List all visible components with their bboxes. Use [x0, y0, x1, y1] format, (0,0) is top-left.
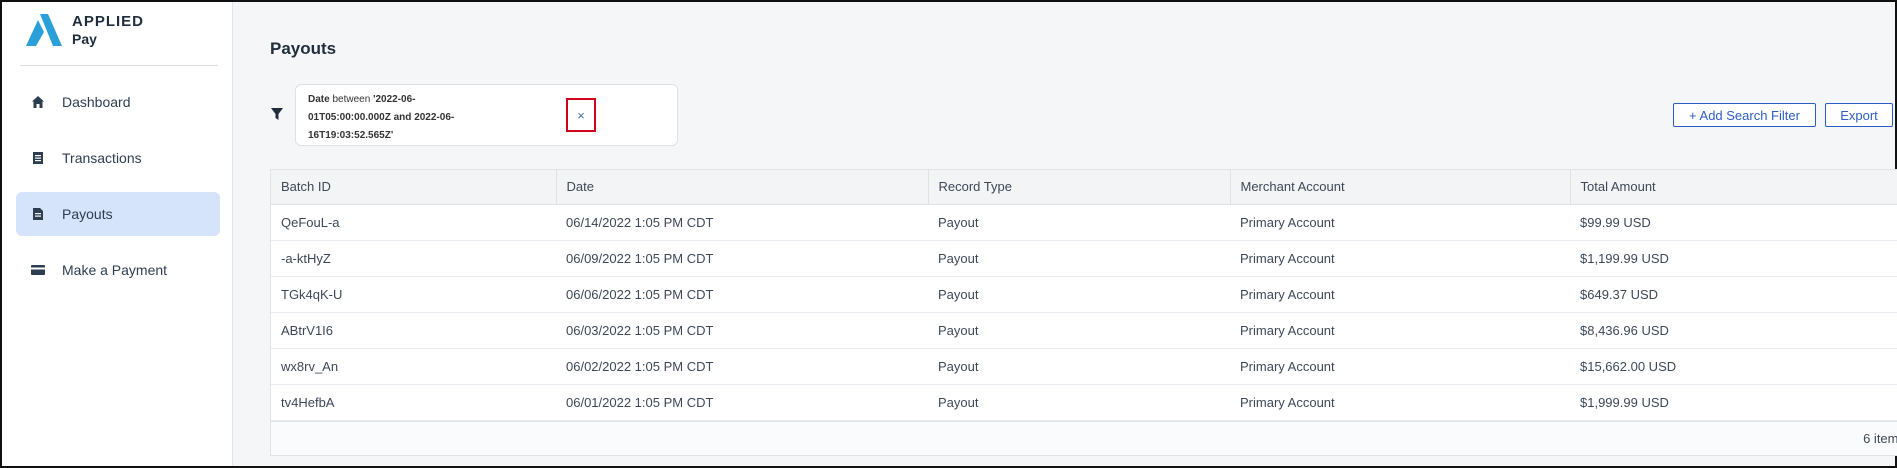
cell-date: 06/03/2022 1:05 PM CDT [556, 312, 928, 349]
filter-description: Date between '2022-06-01T05:00:00.000Z a… [308, 91, 488, 145]
cell-batch-id: wx8rv_An [271, 348, 556, 385]
table-row[interactable]: wx8rv_An 06/02/2022 1:05 PM CDT Payout P… [271, 348, 1897, 385]
column-header-batch-id[interactable]: Batch ID [271, 170, 557, 205]
app-window: APPLIED Pay Dashboard Transactions Payou… [0, 0, 1897, 468]
credit-card-icon [30, 262, 46, 278]
cell-date: 06/01/2022 1:05 PM CDT [556, 384, 928, 421]
search-filter-chip: Date between '2022-06-01T05:00:00.000Z a… [295, 84, 678, 146]
sidebar-item-label: Make a Payment [62, 262, 168, 278]
brand-name: APPLIED [72, 13, 145, 30]
column-header-total-amount[interactable]: Total Amount [1570, 170, 1897, 205]
table-footer: 6 items [271, 421, 1897, 455]
sidebar-item-payouts[interactable]: Payouts [16, 192, 220, 236]
logo[interactable]: APPLIED Pay [26, 14, 144, 48]
export-button[interactable]: Export [1825, 103, 1893, 127]
cell-date: 06/06/2022 1:05 PM CDT [556, 276, 928, 313]
sidebar-item-label: Payouts [62, 206, 113, 222]
sidebar-nav: Dashboard Transactions Payouts Make a Pa… [16, 80, 220, 304]
filter-field: Date [308, 94, 330, 105]
cell-batch-id: -a-ktHyZ [271, 240, 556, 277]
item-count: 6 items [1863, 431, 1897, 446]
cell-date: 06/09/2022 1:05 PM CDT [556, 240, 928, 277]
sidebar-divider [20, 65, 218, 66]
column-header-merchant-account[interactable]: Merchant Account [1230, 170, 1571, 205]
cell-batch-id: ABtrV1I6 [271, 312, 556, 349]
sidebar-item-transactions[interactable]: Transactions [16, 136, 220, 180]
cell-record-type: Payout [928, 312, 1230, 349]
cell-merchant-account: Primary Account [1230, 348, 1570, 385]
close-icon: × [577, 107, 585, 123]
column-header-date[interactable]: Date [556, 170, 929, 205]
cell-record-type: Payout [928, 240, 1230, 277]
main-content: Payouts Date between '2022-06-01T05:00:0… [233, 2, 1897, 466]
filter-operator: between [332, 94, 371, 105]
cell-total-amount: $8,436.96 USD [1570, 312, 1897, 349]
receipt-icon [30, 150, 46, 166]
sidebar-item-make-a-payment[interactable]: Make a Payment [16, 248, 220, 292]
cell-total-amount: $649.37 USD [1570, 276, 1897, 313]
cell-total-amount: $15,662.00 USD [1570, 348, 1897, 385]
cell-total-amount: $99.99 USD [1570, 204, 1897, 241]
sidebar-item-dashboard[interactable]: Dashboard [16, 80, 220, 124]
table-row[interactable]: tv4HefbA 06/01/2022 1:05 PM CDT Payout P… [271, 384, 1897, 421]
table-header-row: Batch ID Date Record Type Merchant Accou… [271, 170, 1897, 205]
home-icon [30, 94, 46, 110]
product-name: Pay [72, 31, 97, 47]
table-row[interactable]: TGk4qK-U 06/06/2022 1:05 PM CDT Payout P… [271, 276, 1897, 313]
table-row[interactable]: ABtrV1I6 06/03/2022 1:05 PM CDT Payout P… [271, 312, 1897, 349]
page-title: Payouts [270, 39, 337, 58]
cell-batch-id: TGk4qK-U [271, 276, 556, 313]
cell-record-type: Payout [928, 384, 1230, 421]
cell-record-type: Payout [928, 276, 1230, 313]
cell-merchant-account: Primary Account [1230, 240, 1570, 277]
applied-logo-icon [26, 14, 66, 46]
cell-date: 06/14/2022 1:05 PM CDT [556, 204, 928, 241]
cell-record-type: Payout [928, 204, 1230, 241]
table-row[interactable]: QeFouL-a 06/14/2022 1:05 PM CDT Payout P… [271, 204, 1897, 241]
cell-merchant-account: Primary Account [1230, 276, 1570, 313]
sidebar-item-label: Dashboard [62, 94, 131, 110]
cell-merchant-account: Primary Account [1230, 384, 1570, 421]
filter-icon [270, 107, 284, 121]
filter-conjunction: and [393, 112, 412, 123]
add-search-filter-button[interactable]: + Add Search Filter [1673, 103, 1816, 127]
payouts-table: Batch ID Date Record Type Merchant Accou… [270, 169, 1897, 456]
table-row[interactable]: -a-ktHyZ 06/09/2022 1:05 PM CDT Payout P… [271, 240, 1897, 277]
document-icon [30, 206, 46, 222]
cell-record-type: Payout [928, 348, 1230, 385]
cell-merchant-account: Primary Account [1230, 312, 1570, 349]
cell-date: 06/02/2022 1:05 PM CDT [556, 348, 928, 385]
cell-batch-id: tv4HefbA [271, 384, 556, 421]
sidebar-item-label: Transactions [62, 150, 142, 166]
column-header-record-type[interactable]: Record Type [928, 170, 1231, 205]
cell-total-amount: $1,999.99 USD [1570, 384, 1897, 421]
cell-batch-id: QeFouL-a [271, 204, 556, 241]
remove-filter-button[interactable]: × [566, 98, 596, 132]
cell-merchant-account: Primary Account [1230, 204, 1570, 241]
cell-total-amount: $1,199.99 USD [1570, 240, 1897, 277]
sidebar: APPLIED Pay Dashboard Transactions Payou… [2, 2, 233, 466]
